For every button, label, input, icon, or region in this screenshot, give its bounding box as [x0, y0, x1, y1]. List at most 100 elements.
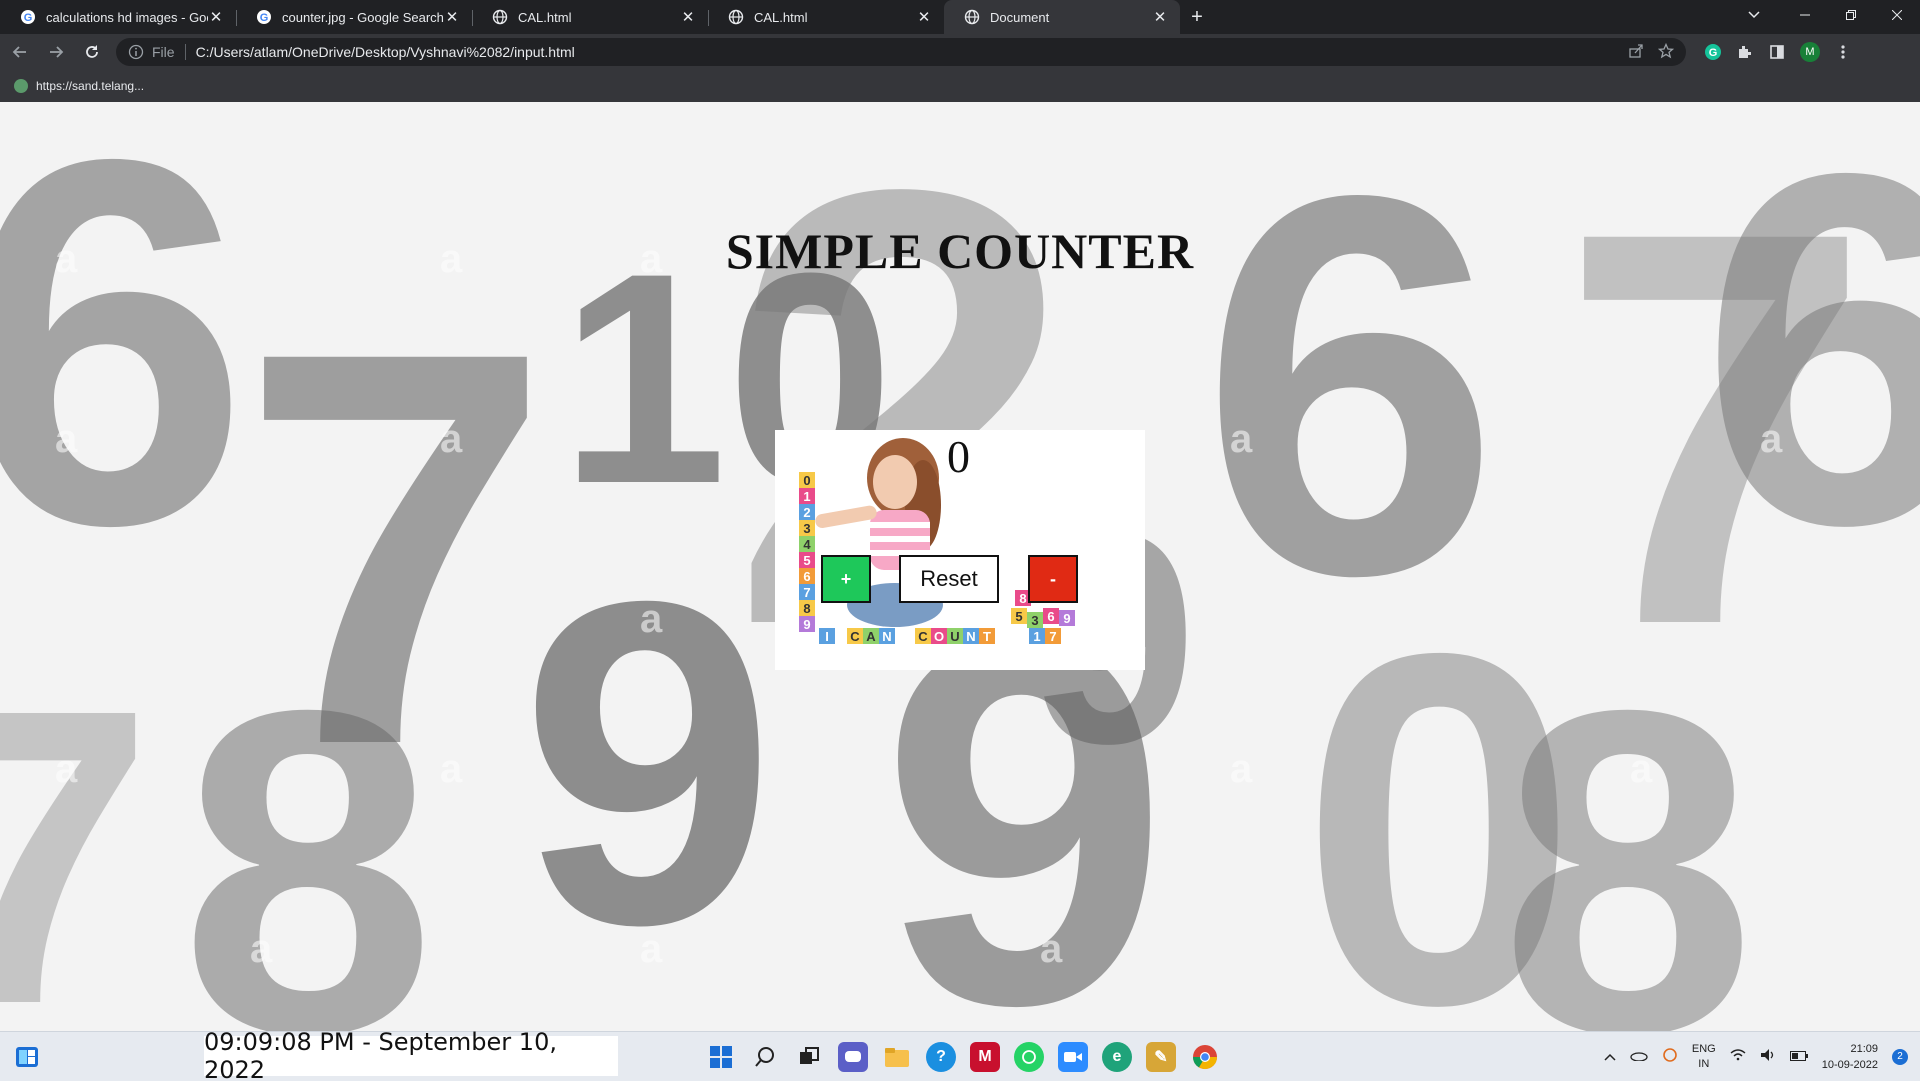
page-title: SIMPLE COUNTER — [725, 223, 1195, 279]
file-explorer-icon[interactable] — [882, 1042, 912, 1072]
svg-text:2: 2 — [803, 505, 810, 520]
bookmark-star-icon[interactable] — [1657, 42, 1675, 62]
svg-text:4: 4 — [803, 537, 811, 552]
new-tab-button[interactable]: + — [1180, 0, 1214, 34]
svg-text:8: 8 — [180, 616, 436, 1031]
close-icon[interactable]: ✕ — [916, 8, 932, 26]
grammarly-extension-icon[interactable]: G — [1704, 43, 1722, 61]
close-icon[interactable]: ✕ — [1152, 8, 1168, 26]
counter-value: 0 — [947, 431, 970, 482]
svg-text:N: N — [966, 629, 975, 644]
reload-icon[interactable] — [76, 36, 108, 68]
bookmarks-bar: https://sand.telang... — [0, 70, 1920, 103]
chevron-up-icon[interactable] — [1604, 1050, 1616, 1064]
profile-avatar[interactable]: M — [1800, 42, 1820, 62]
onedrive-cloud-icon[interactable] — [1630, 1049, 1648, 1064]
tab-document[interactable]: Document ✕ — [944, 0, 1180, 34]
search-icon[interactable] — [750, 1042, 780, 1072]
reset-button[interactable]: Reset — [899, 555, 999, 603]
svg-text:6: 6 — [1047, 609, 1054, 624]
tab-calculations[interactable]: G calculations hd images - Google ✕ — [0, 0, 236, 34]
whatsapp-icon[interactable] — [1014, 1042, 1044, 1072]
address-bar[interactable]: File C:/Users/atlam/OneDrive/Desktop/Vys… — [116, 38, 1686, 66]
tab-search-chevron-icon[interactable] — [1734, 0, 1774, 30]
google-g-icon: G — [20, 9, 36, 25]
close-icon[interactable]: ✕ — [208, 8, 224, 26]
widgets-icon[interactable] — [14, 1044, 40, 1070]
sync-icon[interactable] — [1662, 1047, 1678, 1066]
language-label: ENG — [1691, 1042, 1716, 1055]
sticky-app-icon[interactable]: ✎ — [1146, 1042, 1176, 1072]
side-panel-icon[interactable] — [1768, 43, 1786, 61]
svg-text:A: A — [866, 629, 876, 644]
url-text[interactable]: C:/Users/atlam/OneDrive/Desktop/Vyshnavi… — [196, 44, 575, 60]
puzzle-extensions-icon[interactable] — [1736, 43, 1754, 61]
zoom-icon[interactable] — [1058, 1042, 1088, 1072]
help-icon[interactable]: ? — [926, 1042, 956, 1072]
info-icon[interactable] — [128, 44, 144, 60]
svg-text:1: 1 — [1033, 629, 1040, 644]
svg-text:a: a — [55, 747, 78, 791]
tab-title: calculations hd images - Google — [46, 9, 208, 25]
svg-text:7: 7 — [0, 623, 154, 1031]
svg-text:a: a — [1040, 927, 1063, 971]
svg-text:C: C — [918, 629, 928, 644]
task-view-icon[interactable] — [794, 1042, 824, 1072]
svg-text:a: a — [55, 417, 78, 461]
svg-text:a: a — [440, 747, 463, 791]
pinned-apps: ? M e ✎ — [706, 1042, 1220, 1072]
notification-badge[interactable]: 2 — [1892, 1048, 1908, 1065]
volume-icon[interactable] — [1760, 1048, 1776, 1065]
svg-text:3: 3 — [1031, 613, 1038, 628]
clock-widget[interactable]: 09:09:08 PM - September 10, 2022 — [204, 1028, 618, 1084]
tab-cal-1[interactable]: CAL.html ✕ — [472, 0, 708, 34]
svg-text:C: C — [850, 629, 860, 644]
close-icon[interactable]: ✕ — [444, 8, 460, 26]
svg-text:G: G — [260, 12, 269, 24]
svg-text:U: U — [950, 629, 959, 644]
language-indicator[interactable]: ENG IN — [1692, 1042, 1716, 1072]
bookmark-item[interactable]: https://sand.telang... — [14, 79, 144, 93]
counter-card: 0 1 2 3 4 5 6 7 8 9 I C A N C O U N T 5 … — [775, 430, 1145, 670]
svg-text:1: 1 — [803, 489, 810, 504]
svg-text:6: 6 — [0, 102, 249, 633]
teams-chat-icon[interactable] — [838, 1042, 868, 1072]
tab-title: CAL.html — [518, 9, 572, 25]
kebab-menu-icon[interactable] — [1834, 43, 1852, 61]
svg-text:a: a — [640, 597, 663, 641]
close-icon[interactable]: ✕ — [680, 8, 696, 26]
svg-text:a: a — [1760, 417, 1783, 461]
svg-text:6: 6 — [1700, 102, 1920, 628]
share-icon[interactable] — [1628, 43, 1644, 62]
svg-text:a: a — [1230, 747, 1253, 791]
extensions-area: G M — [1704, 42, 1852, 62]
svg-text:5: 5 — [803, 553, 810, 568]
svg-text:3: 3 — [803, 521, 810, 536]
tab-counter-search[interactable]: G counter.jpg - Google Search ✕ — [236, 0, 472, 34]
svg-text:6: 6 — [803, 569, 810, 584]
increment-button[interactable]: + — [821, 555, 871, 603]
svg-text:9: 9 — [1063, 611, 1070, 626]
scheme-label: File — [152, 44, 175, 60]
wifi-icon[interactable] — [1730, 1049, 1746, 1064]
chrome-icon[interactable] — [1190, 1042, 1220, 1072]
svg-text:I: I — [825, 629, 829, 644]
restore-icon[interactable] — [1828, 0, 1874, 30]
windows-start-icon[interactable] — [706, 1042, 736, 1072]
window-controls — [1782, 0, 1920, 30]
tab-cal-2[interactable]: CAL.html ✕ — [708, 0, 944, 34]
minimize-icon[interactable] — [1782, 0, 1828, 30]
google-g-icon: G — [256, 9, 272, 25]
back-arrow-icon[interactable] — [4, 36, 36, 68]
globe-icon — [492, 9, 508, 25]
tab-title: CAL.html — [754, 9, 808, 25]
windows-taskbar: 09:09:08 PM - September 10, 2022 ? M e ✎ — [0, 1028, 1920, 1084]
system-clock[interactable]: 21:09 10-09-2022 — [1822, 1041, 1878, 1073]
svg-text:a: a — [440, 417, 463, 461]
window-close-icon[interactable] — [1874, 0, 1920, 30]
mcafee-icon[interactable]: M — [970, 1042, 1000, 1072]
edge-browser-icon[interactable]: e — [1102, 1042, 1132, 1072]
battery-icon[interactable] — [1789, 1050, 1808, 1064]
decrement-button[interactable]: - — [1028, 555, 1078, 603]
forward-arrow-icon[interactable] — [40, 36, 72, 68]
